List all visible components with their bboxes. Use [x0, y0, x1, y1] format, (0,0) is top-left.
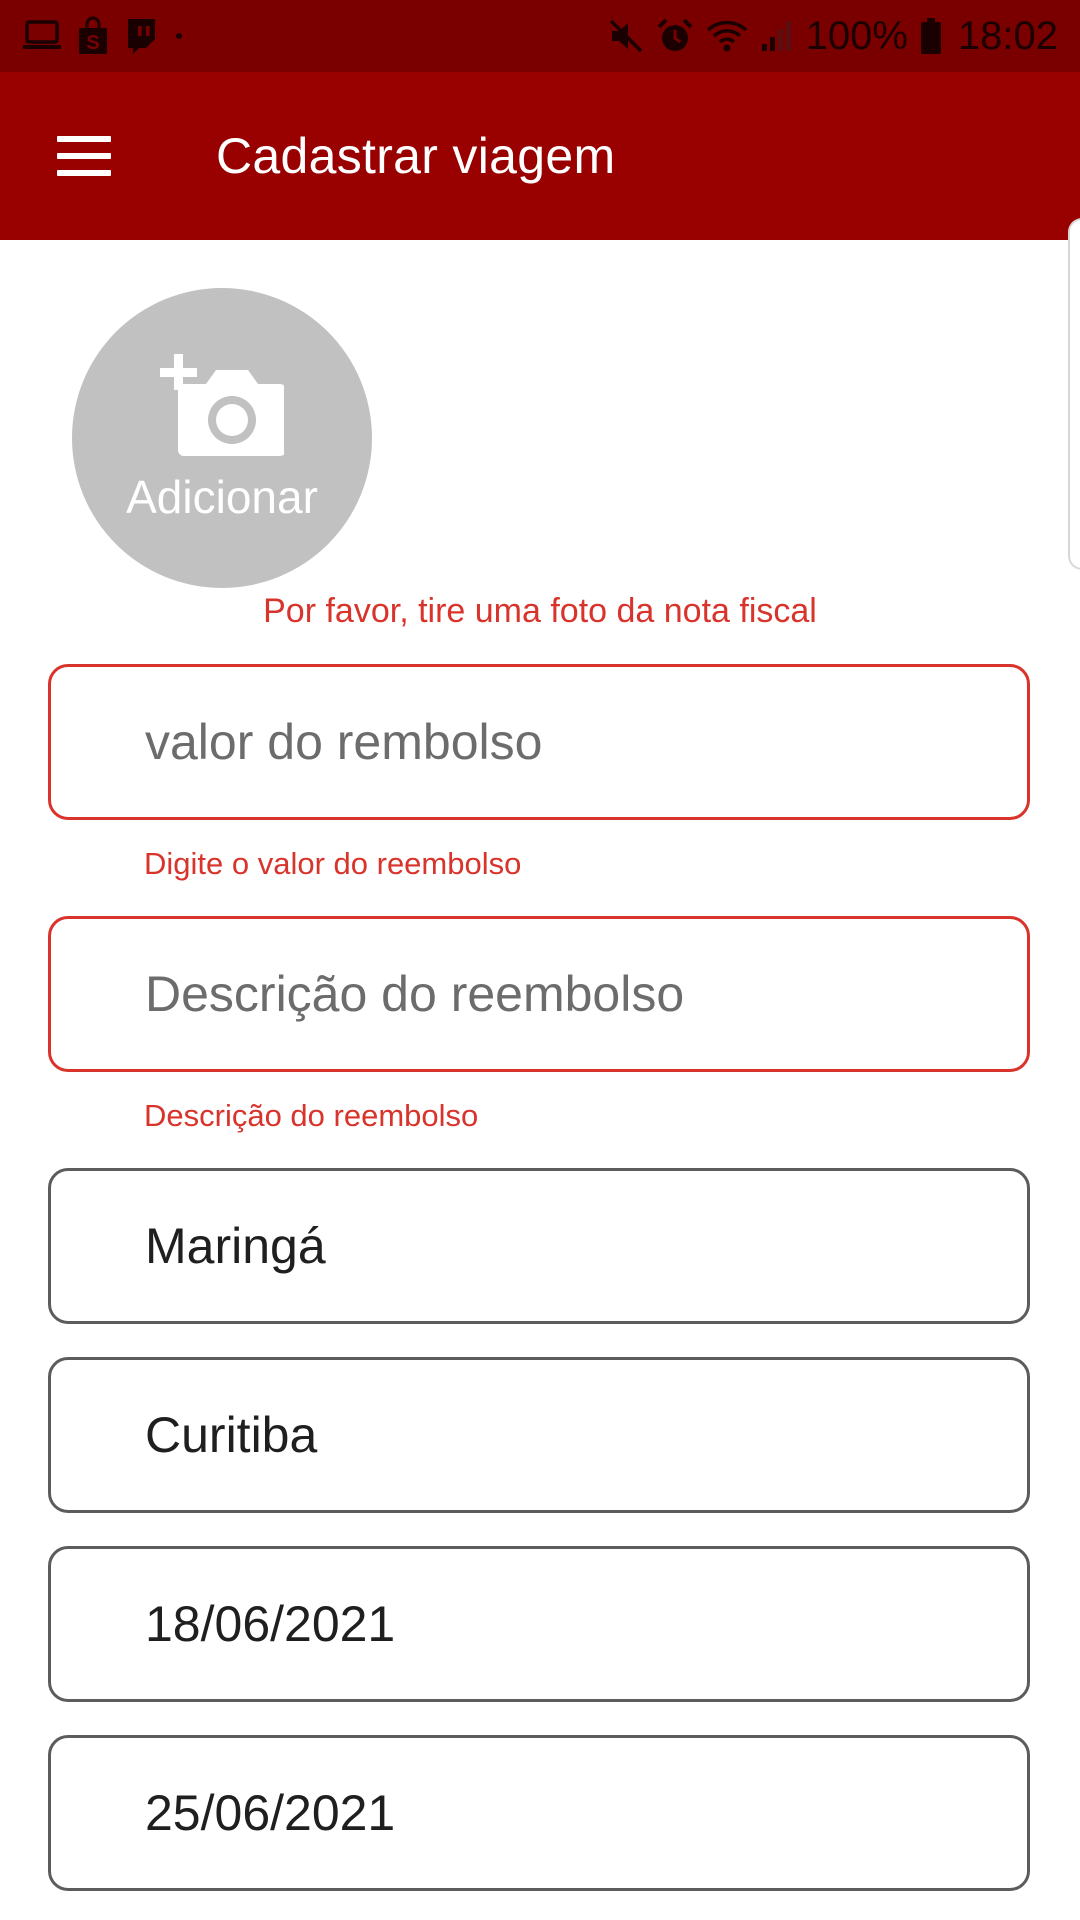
reimbursement-value-error: Digite o valor do reembolso	[144, 846, 522, 881]
origin-city-field	[48, 1168, 1030, 1324]
destination-city-field	[48, 1357, 1030, 1513]
status-system-icons: 100% 18:02	[608, 14, 1058, 58]
battery-percent: 100%	[805, 14, 908, 58]
wifi-icon	[706, 19, 748, 53]
laptop-icon	[22, 19, 62, 53]
svg-text:S: S	[86, 32, 99, 54]
mute-icon	[608, 18, 644, 54]
twitch-icon	[124, 17, 158, 55]
reimbursement-description-input[interactable]	[51, 919, 1027, 1069]
reimbursement-value-field	[48, 664, 1030, 820]
signal-icon	[760, 20, 794, 52]
shopping-bag-icon: S	[76, 16, 110, 56]
app-bar: Cadastrar viagem	[0, 72, 1080, 240]
status-clock: 18:02	[957, 14, 1058, 58]
menu-button[interactable]	[30, 116, 138, 196]
add-photo-label: Adicionar	[126, 471, 318, 523]
add-camera-icon	[160, 354, 286, 463]
page-title: Cadastrar viagem	[216, 128, 616, 184]
departure-date-input[interactable]	[51, 1549, 1027, 1699]
reimbursement-description-field	[48, 916, 1030, 1072]
origin-city-input[interactable]	[51, 1171, 1027, 1321]
battery-icon	[920, 17, 942, 55]
status-bar: S 100% 18:02	[0, 0, 1080, 72]
reimbursement-value-input[interactable]	[51, 667, 1027, 817]
return-date-input[interactable]	[51, 1738, 1027, 1888]
reimbursement-description-error: Descrição do reembolso	[144, 1098, 479, 1133]
departure-date-field	[48, 1546, 1030, 1702]
alarm-icon	[656, 17, 694, 55]
destination-city-input[interactable]	[51, 1360, 1027, 1510]
dot-icon	[172, 29, 186, 43]
status-notification-icons: S	[22, 14, 186, 58]
return-date-field	[48, 1735, 1030, 1891]
photo-error-message: Por favor, tire uma foto da nota fiscal	[263, 592, 817, 630]
edge-panel-handle[interactable]	[1068, 218, 1080, 570]
add-photo-button[interactable]: Adicionar	[72, 288, 372, 588]
hamburger-menu-icon	[57, 136, 111, 176]
